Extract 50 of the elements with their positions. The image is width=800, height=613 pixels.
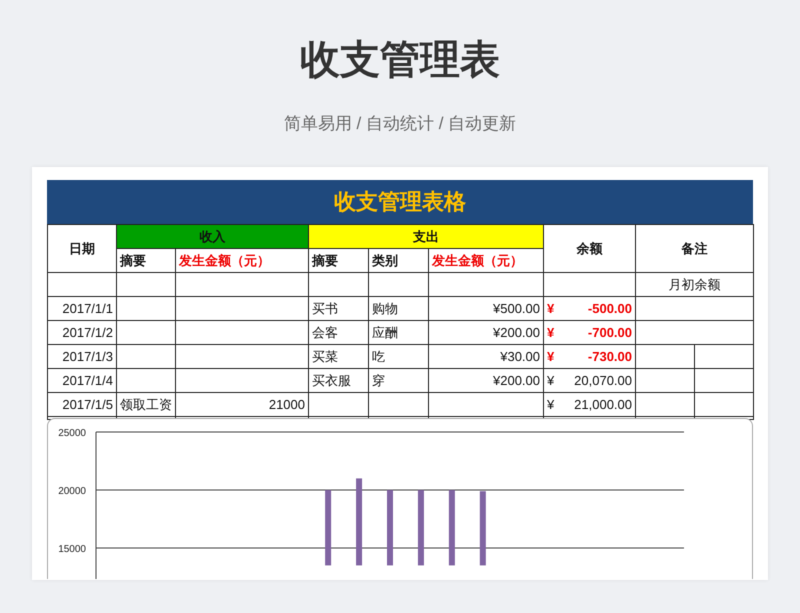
page-subtitle: 简单易用 / 自动统计 / 自动更新 [284, 113, 516, 135]
column-header: 类别 [368, 248, 428, 272]
table-cell [308, 392, 368, 416]
table-cell: ¥200.00 [428, 320, 544, 344]
table-cell: 2017/1/2 [48, 320, 116, 344]
table-cell [368, 272, 428, 296]
table-cell [368, 392, 428, 416]
table-cell: 领取工资 [116, 392, 176, 416]
table-cell: 2017/1/4 [48, 368, 116, 392]
table-cell: 吃 [368, 344, 428, 368]
table-cell [116, 296, 176, 320]
table-cell: ¥ -730.00 [544, 344, 636, 368]
page-title: 收支管理表 [300, 37, 500, 84]
table-cell: 买菜 [308, 344, 368, 368]
table-cell: 会客 [308, 320, 368, 344]
sheet-title: 收支管理表格 [47, 180, 753, 224]
table-cell: 穿 [368, 368, 428, 392]
table-cell: ¥ -500.00 [544, 296, 636, 320]
column-header: 收入 [116, 224, 308, 248]
table-cell: 买书 [308, 296, 368, 320]
axis-label: 15000 [58, 544, 86, 555]
table-cell: ¥200.00 [428, 368, 544, 392]
column-header: 摘要 [116, 248, 176, 272]
column-header: 备注 [636, 224, 754, 272]
column-header: 发生金额（元） [176, 248, 308, 272]
table-cell: ¥ 20,070.00 [544, 368, 636, 392]
table-cell: 应酬 [368, 320, 428, 344]
table-cell: 月初余额 [636, 272, 754, 296]
table-cell [116, 320, 176, 344]
column-header: 支出 [308, 224, 544, 248]
table-cell [116, 368, 176, 392]
table-cell: 21000 [176, 392, 308, 416]
column-header: 余额 [544, 224, 636, 272]
table-cell [48, 272, 116, 296]
table-cell [116, 272, 176, 296]
table-cell [116, 344, 176, 368]
table-cell: 买衣服 [308, 368, 368, 392]
table-cell: ¥30.00 [428, 344, 544, 368]
axis-label: 20000 [58, 486, 86, 497]
table-cell: 购物 [368, 296, 428, 320]
table-cell [308, 272, 368, 296]
table-cell: 2017/1/5 [48, 392, 116, 416]
table-cell: ¥ -700.00 [544, 320, 636, 344]
column-header: 摘要 [308, 248, 368, 272]
table-cell: 2017/1/1 [48, 296, 116, 320]
axis-label: 25000 [58, 428, 86, 439]
column-header: 日期 [48, 224, 116, 272]
table-cell: ¥500.00 [428, 296, 544, 320]
table-cell: ¥ 21,000.00 [544, 392, 636, 416]
table-cell: 2017/1/3 [48, 344, 116, 368]
